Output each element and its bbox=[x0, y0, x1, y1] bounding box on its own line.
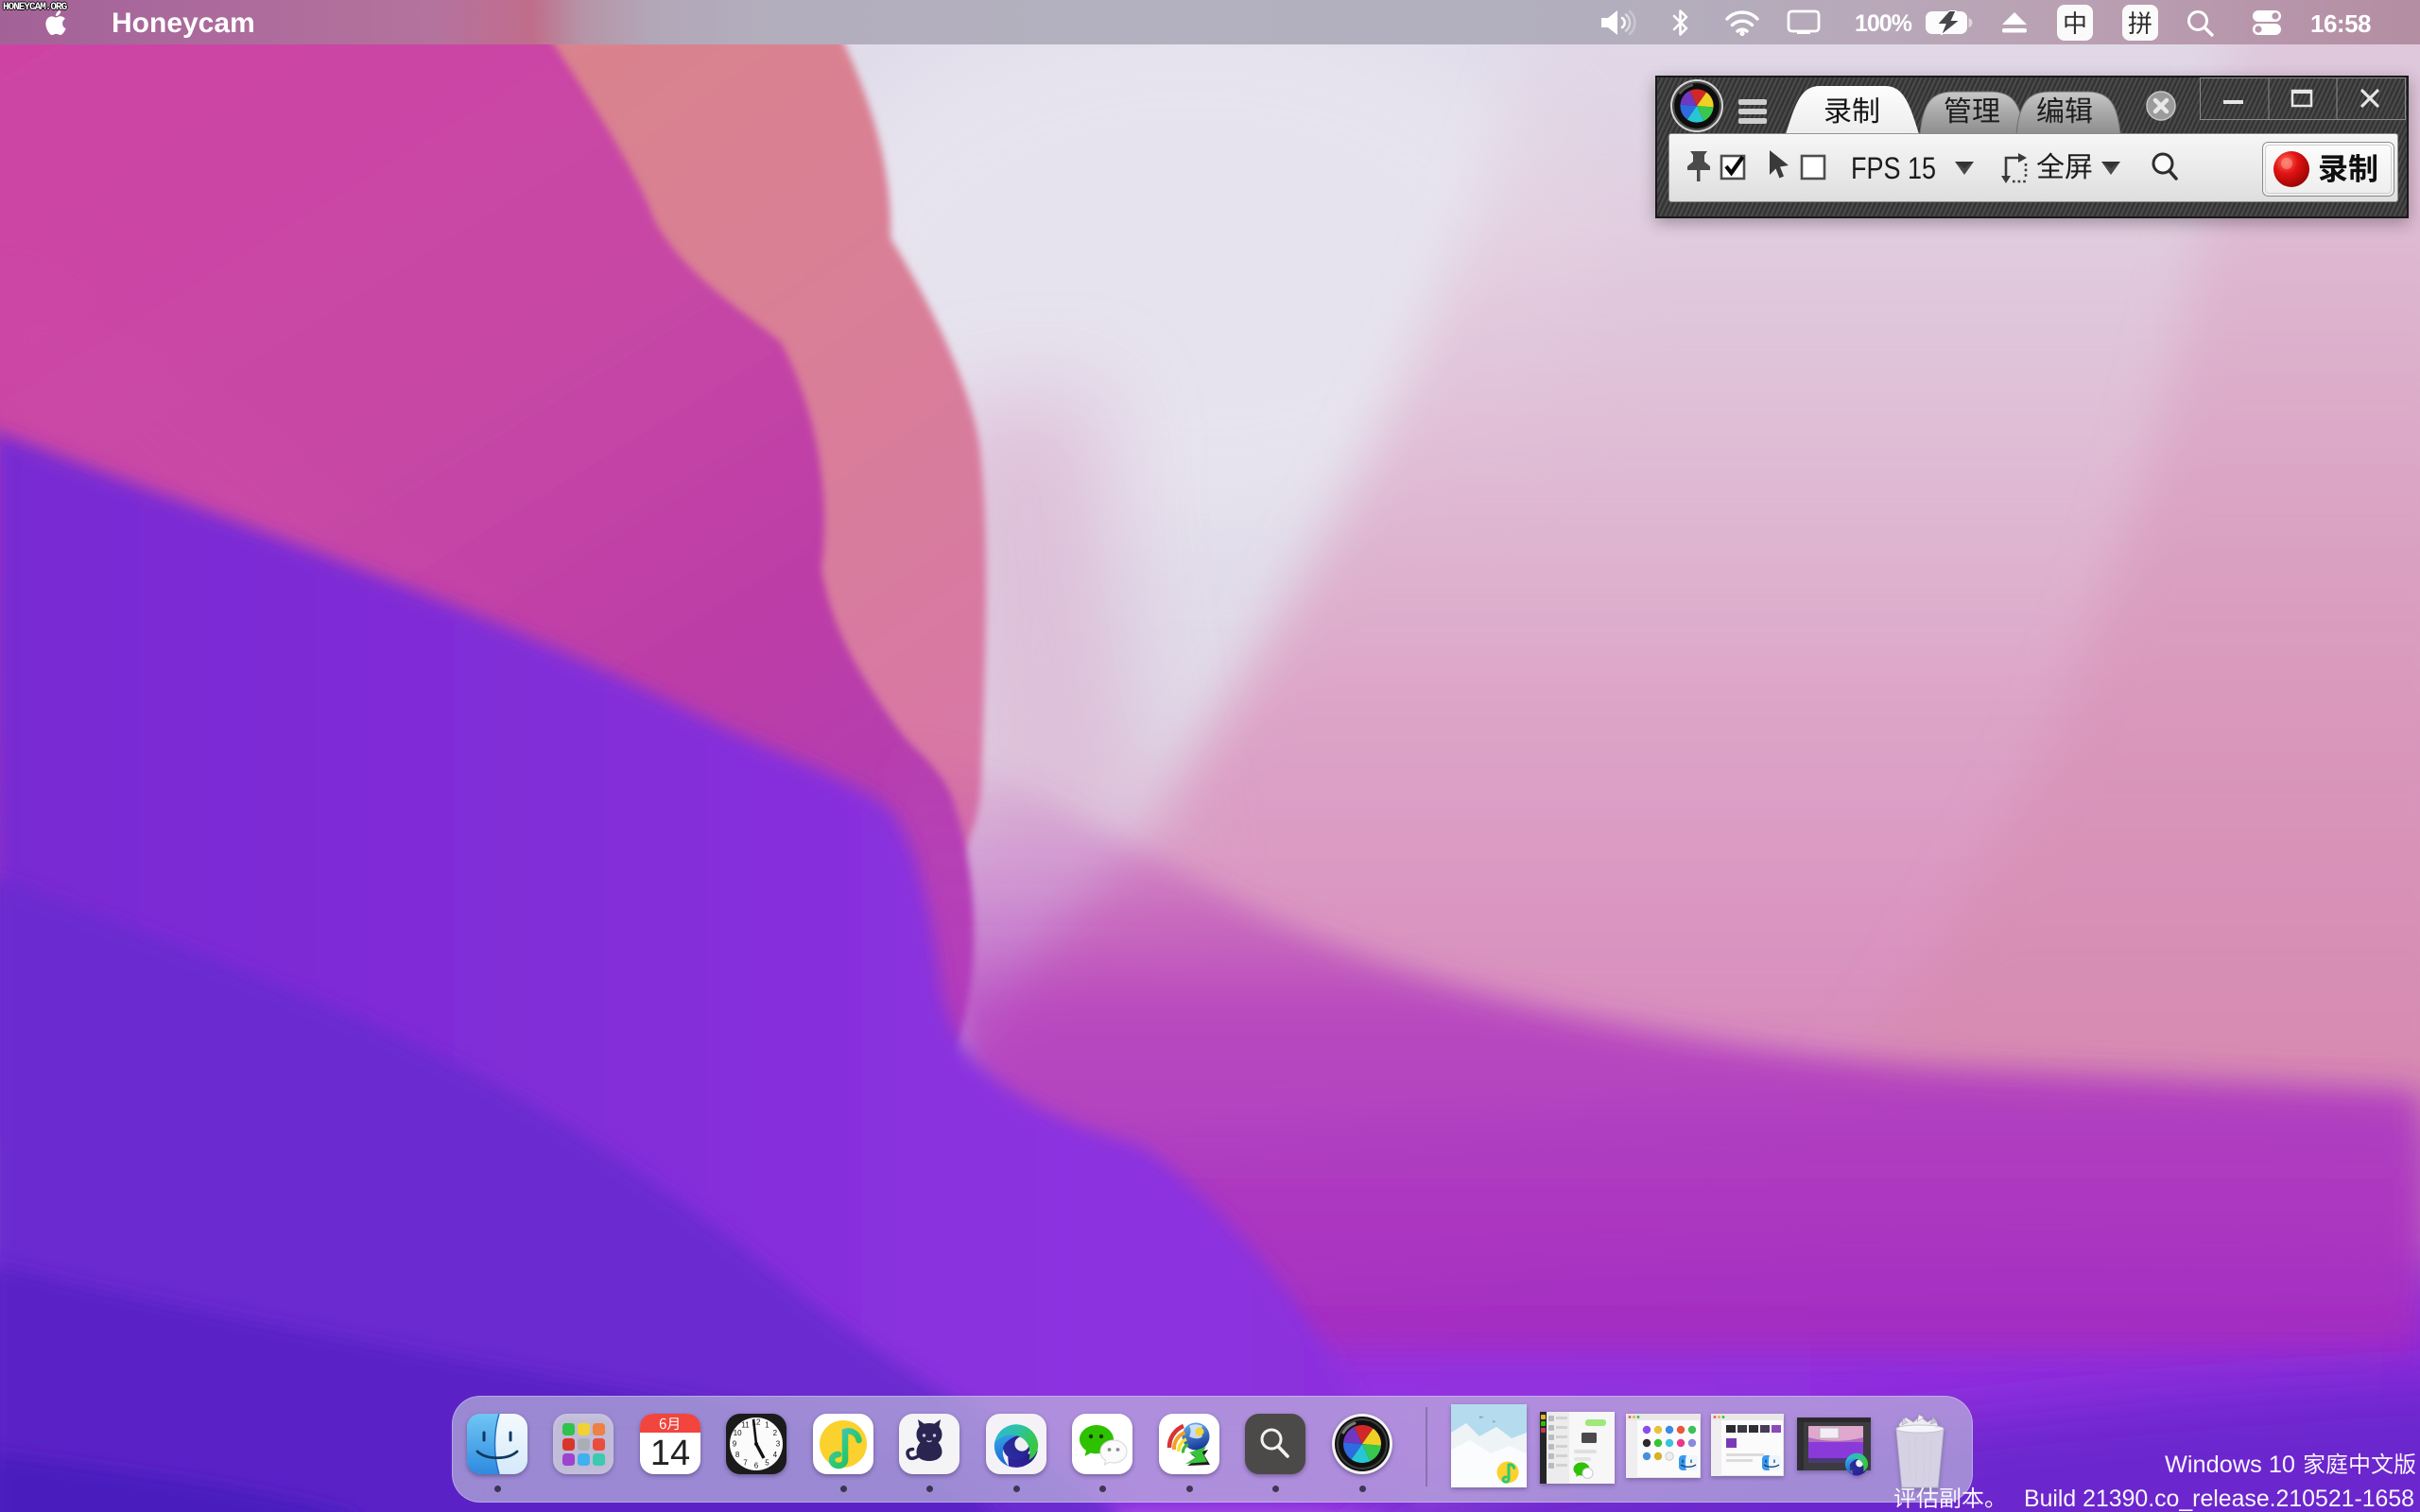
svg-text:2: 2 bbox=[773, 1429, 778, 1437]
svg-text:Windows 10: Windows 10 bbox=[2165, 1452, 2295, 1478]
svg-text:6: 6 bbox=[754, 1462, 759, 1470]
svg-text:10: 10 bbox=[734, 1429, 742, 1437]
svg-text:8: 8 bbox=[735, 1451, 740, 1459]
svg-text:5: 5 bbox=[765, 1458, 769, 1467]
svg-text:7: 7 bbox=[743, 1458, 748, 1467]
svg-text:11: 11 bbox=[741, 1421, 750, 1430]
svg-text:9: 9 bbox=[733, 1440, 737, 1449]
svg-text:FPS 15: FPS 15 bbox=[1851, 151, 1936, 185]
svg-text:Build 21390.co_release.210521-: Build 21390.co_release.210521-1658 bbox=[2024, 1486, 2414, 1512]
svg-text:3: 3 bbox=[776, 1440, 781, 1449]
svg-text:14: 14 bbox=[650, 1434, 690, 1473]
svg-text:4: 4 bbox=[773, 1451, 778, 1459]
svg-text:1: 1 bbox=[765, 1421, 769, 1430]
